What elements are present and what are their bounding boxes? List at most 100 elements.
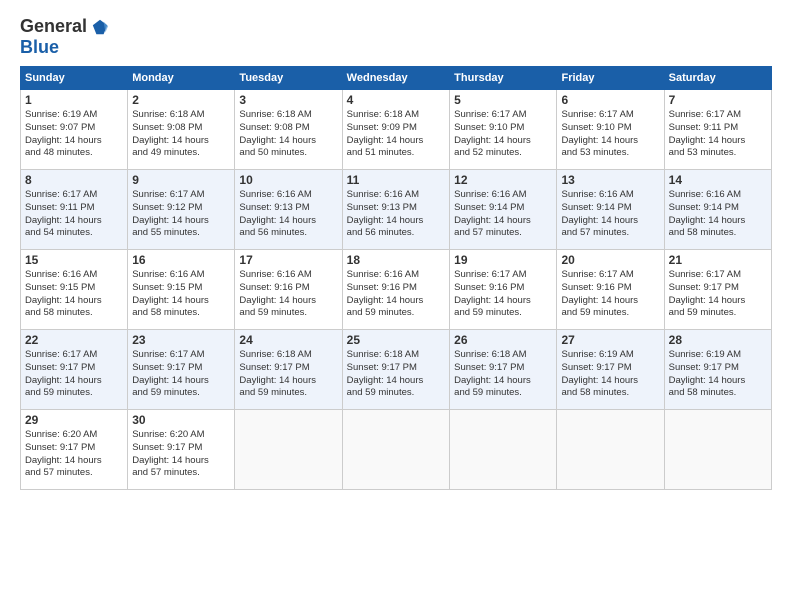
day-number: 2 bbox=[132, 93, 230, 107]
calendar-table: SundayMondayTuesdayWednesdayThursdayFrid… bbox=[20, 66, 772, 490]
day-number: 30 bbox=[132, 413, 230, 427]
day-info: Sunrise: 6:17 AM Sunset: 9:11 PM Dayligh… bbox=[25, 189, 123, 240]
calendar-cell: 3 Sunrise: 6:18 AM Sunset: 9:08 PM Daylig… bbox=[235, 90, 342, 170]
calendar-cell: 19 Sunrise: 6:17 AM Sunset: 9:16 PM Dayli… bbox=[450, 250, 557, 330]
day-info: Sunrise: 6:19 AM Sunset: 9:17 PM Dayligh… bbox=[561, 349, 659, 400]
weekday-saturday: Saturday bbox=[664, 67, 771, 90]
day-number: 7 bbox=[669, 93, 767, 107]
calendar-cell: 29 Sunrise: 6:20 AM Sunset: 9:17 PM Dayli… bbox=[21, 410, 128, 490]
day-info: Sunrise: 6:19 AM Sunset: 9:17 PM Dayligh… bbox=[669, 349, 767, 400]
logo-blue-text: Blue bbox=[20, 37, 59, 57]
day-info: Sunrise: 6:16 AM Sunset: 9:14 PM Dayligh… bbox=[454, 189, 552, 240]
day-number: 3 bbox=[239, 93, 337, 107]
weekday-monday: Monday bbox=[128, 67, 235, 90]
calendar-cell: 22 Sunrise: 6:17 AM Sunset: 9:17 PM Dayli… bbox=[21, 330, 128, 410]
day-number: 19 bbox=[454, 253, 552, 267]
calendar-cell: 17 Sunrise: 6:16 AM Sunset: 9:16 PM Dayli… bbox=[235, 250, 342, 330]
calendar-cell: 21 Sunrise: 6:17 AM Sunset: 9:17 PM Dayli… bbox=[664, 250, 771, 330]
day-info: Sunrise: 6:18 AM Sunset: 9:17 PM Dayligh… bbox=[347, 349, 445, 400]
calendar-cell bbox=[342, 410, 449, 490]
calendar-cell: 13 Sunrise: 6:16 AM Sunset: 9:14 PM Dayli… bbox=[557, 170, 664, 250]
calendar-cell: 11Sunrise: 6:16 AM Sunset: 9:13 PM Dayli… bbox=[342, 170, 449, 250]
day-number: 21 bbox=[669, 253, 767, 267]
weekday-thursday: Thursday bbox=[450, 67, 557, 90]
day-info: Sunrise: 6:16 AM Sunset: 9:15 PM Dayligh… bbox=[132, 269, 230, 320]
calendar-cell: 15 Sunrise: 6:16 AM Sunset: 9:15 PM Dayli… bbox=[21, 250, 128, 330]
calendar-cell: 30 Sunrise: 6:20 AM Sunset: 9:17 PM Dayli… bbox=[128, 410, 235, 490]
day-info: Sunrise: 6:17 AM Sunset: 9:17 PM Dayligh… bbox=[669, 269, 767, 320]
day-info: Sunrise: 6:16 AM Sunset: 9:13 PM Dayligh… bbox=[239, 189, 337, 240]
calendar-cell: 1 Sunrise: 6:19 AM Sunset: 9:07 PM Daylig… bbox=[21, 90, 128, 170]
day-info: Sunrise: 6:16 AM Sunset: 9:14 PM Dayligh… bbox=[669, 189, 767, 240]
day-number: 14 bbox=[669, 173, 767, 187]
day-info: Sunrise: 6:18 AM Sunset: 9:08 PM Dayligh… bbox=[239, 109, 337, 160]
day-number: 15 bbox=[25, 253, 123, 267]
calendar-cell: 7Sunrise: 6:17 AM Sunset: 9:11 PM Daylig… bbox=[664, 90, 771, 170]
calendar-cell: 24 Sunrise: 6:18 AM Sunset: 9:17 PM Dayli… bbox=[235, 330, 342, 410]
day-number: 11 bbox=[347, 173, 445, 187]
week-row-1: 1 Sunrise: 6:19 AM Sunset: 9:07 PM Daylig… bbox=[21, 90, 772, 170]
calendar-cell: 20 Sunrise: 6:17 AM Sunset: 9:16 PM Dayli… bbox=[557, 250, 664, 330]
day-number: 9 bbox=[132, 173, 230, 187]
calendar-cell: 26Sunrise: 6:18 AM Sunset: 9:17 PM Dayli… bbox=[450, 330, 557, 410]
day-number: 4 bbox=[347, 93, 445, 107]
day-info: Sunrise: 6:20 AM Sunset: 9:17 PM Dayligh… bbox=[132, 429, 230, 480]
day-number: 13 bbox=[561, 173, 659, 187]
day-number: 16 bbox=[132, 253, 230, 267]
page: General Blue SundayMondayTuesdayWednesda… bbox=[0, 0, 792, 612]
day-number: 6 bbox=[561, 93, 659, 107]
day-number: 5 bbox=[454, 93, 552, 107]
day-info: Sunrise: 6:16 AM Sunset: 9:16 PM Dayligh… bbox=[239, 269, 337, 320]
day-number: 27 bbox=[561, 333, 659, 347]
day-number: 26 bbox=[454, 333, 552, 347]
day-info: Sunrise: 6:17 AM Sunset: 9:10 PM Dayligh… bbox=[561, 109, 659, 160]
calendar-cell: 10 Sunrise: 6:16 AM Sunset: 9:13 PM Dayli… bbox=[235, 170, 342, 250]
day-info: Sunrise: 6:18 AM Sunset: 9:08 PM Dayligh… bbox=[132, 109, 230, 160]
day-info: Sunrise: 6:18 AM Sunset: 9:17 PM Dayligh… bbox=[239, 349, 337, 400]
week-row-5: 29 Sunrise: 6:20 AM Sunset: 9:17 PM Dayli… bbox=[21, 410, 772, 490]
calendar-cell: 2 Sunrise: 6:18 AM Sunset: 9:08 PM Daylig… bbox=[128, 90, 235, 170]
day-number: 22 bbox=[25, 333, 123, 347]
calendar-cell: 4 Sunrise: 6:18 AM Sunset: 9:09 PM Daylig… bbox=[342, 90, 449, 170]
weekday-header-row: SundayMondayTuesdayWednesdayThursdayFrid… bbox=[21, 67, 772, 90]
day-number: 24 bbox=[239, 333, 337, 347]
day-info: Sunrise: 6:19 AM Sunset: 9:07 PM Dayligh… bbox=[25, 109, 123, 160]
day-number: 17 bbox=[239, 253, 337, 267]
calendar-cell: 14 Sunrise: 6:16 AM Sunset: 9:14 PM Dayli… bbox=[664, 170, 771, 250]
logo-general-text: General bbox=[20, 16, 87, 37]
week-row-4: 22 Sunrise: 6:17 AM Sunset: 9:17 PM Dayli… bbox=[21, 330, 772, 410]
weekday-sunday: Sunday bbox=[21, 67, 128, 90]
day-number: 12 bbox=[454, 173, 552, 187]
day-info: Sunrise: 6:16 AM Sunset: 9:15 PM Dayligh… bbox=[25, 269, 123, 320]
day-info: Sunrise: 6:18 AM Sunset: 9:09 PM Dayligh… bbox=[347, 109, 445, 160]
day-number: 20 bbox=[561, 253, 659, 267]
day-number: 1 bbox=[25, 93, 123, 107]
day-info: Sunrise: 6:17 AM Sunset: 9:17 PM Dayligh… bbox=[25, 349, 123, 400]
day-number: 18 bbox=[347, 253, 445, 267]
day-number: 28 bbox=[669, 333, 767, 347]
day-info: Sunrise: 6:17 AM Sunset: 9:16 PM Dayligh… bbox=[454, 269, 552, 320]
day-info: Sunrise: 6:17 AM Sunset: 9:16 PM Dayligh… bbox=[561, 269, 659, 320]
logo: General Blue bbox=[20, 16, 109, 58]
calendar-cell: 9 Sunrise: 6:17 AM Sunset: 9:12 PM Daylig… bbox=[128, 170, 235, 250]
day-info: Sunrise: 6:20 AM Sunset: 9:17 PM Dayligh… bbox=[25, 429, 123, 480]
day-number: 8 bbox=[25, 173, 123, 187]
calendar-cell: 27 Sunrise: 6:19 AM Sunset: 9:17 PM Dayli… bbox=[557, 330, 664, 410]
week-row-2: 8 Sunrise: 6:17 AM Sunset: 9:11 PM Daylig… bbox=[21, 170, 772, 250]
calendar-cell bbox=[557, 410, 664, 490]
calendar-cell bbox=[235, 410, 342, 490]
day-number: 23 bbox=[132, 333, 230, 347]
calendar-cell bbox=[450, 410, 557, 490]
day-info: Sunrise: 6:17 AM Sunset: 9:12 PM Dayligh… bbox=[132, 189, 230, 240]
day-number: 29 bbox=[25, 413, 123, 427]
calendar-cell: 16 Sunrise: 6:16 AM Sunset: 9:15 PM Dayli… bbox=[128, 250, 235, 330]
day-info: Sunrise: 6:16 AM Sunset: 9:14 PM Dayligh… bbox=[561, 189, 659, 240]
calendar-cell: 28 Sunrise: 6:19 AM Sunset: 9:17 PM Dayli… bbox=[664, 330, 771, 410]
calendar-cell: 8 Sunrise: 6:17 AM Sunset: 9:11 PM Daylig… bbox=[21, 170, 128, 250]
calendar-cell: 5Sunrise: 6:17 AM Sunset: 9:10 PM Daylig… bbox=[450, 90, 557, 170]
calendar-cell bbox=[664, 410, 771, 490]
day-number: 10 bbox=[239, 173, 337, 187]
day-info: Sunrise: 6:17 AM Sunset: 9:17 PM Dayligh… bbox=[132, 349, 230, 400]
calendar-cell: 12 Sunrise: 6:16 AM Sunset: 9:14 PM Dayli… bbox=[450, 170, 557, 250]
logo-icon bbox=[91, 18, 109, 36]
